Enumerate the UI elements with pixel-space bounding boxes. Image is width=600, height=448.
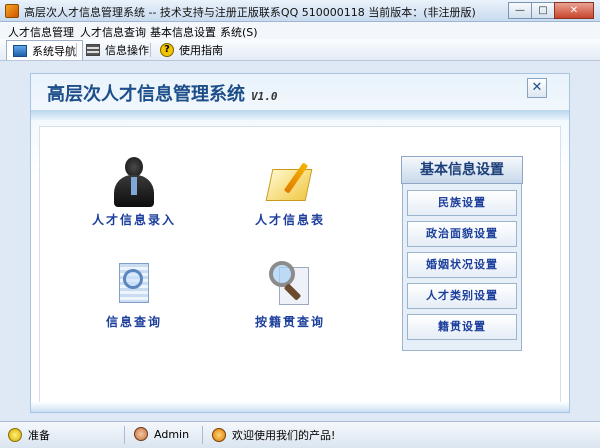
window-controls: — □ ✕ bbox=[508, 2, 594, 19]
menu-talent-management[interactable]: 人才信息管理 bbox=[8, 24, 74, 40]
basic-settings-box: 基本信息设置 民族设置 政治面貌设置 婚姻状况设置 人才类别设置 籍贯设置 bbox=[401, 156, 523, 351]
status-user: Admin bbox=[134, 427, 189, 441]
minimize-button[interactable]: — bbox=[508, 2, 532, 19]
menu-system[interactable]: 系统(S) bbox=[220, 24, 258, 40]
window-title: 高层次人才信息管理系统 -- 技术支持与注册正版联系QQ 510000118 当… bbox=[24, 6, 476, 19]
panel-title: 高层次人才信息管理系统 V1.0 bbox=[47, 80, 278, 106]
panel-footer bbox=[31, 402, 569, 412]
talent-table-label: 人才信息表 bbox=[254, 213, 325, 227]
menu-bar: 人才信息管理 人才信息查询 基本信息设置 系统(S) bbox=[0, 22, 600, 39]
native-place-query-module[interactable]: 按籍贯查询 bbox=[220, 259, 360, 330]
document-icon bbox=[86, 44, 100, 56]
tab-user-guide[interactable]: ? 使用指南 bbox=[154, 40, 229, 60]
toolbar-separator bbox=[150, 43, 151, 57]
status-ready-text: 准备 bbox=[28, 429, 50, 442]
app-icon bbox=[5, 4, 19, 18]
info-query-module[interactable]: 信息查询 bbox=[64, 259, 204, 330]
status-bar: 准备 Admin 欢迎使用我们的产品! bbox=[0, 421, 600, 448]
status-user-text: Admin bbox=[154, 427, 190, 441]
status-message: 欢迎使用我们的产品! bbox=[212, 427, 335, 443]
version-label: V1.0 bbox=[251, 90, 278, 103]
political-status-settings-button[interactable]: 政治面貌设置 bbox=[407, 221, 517, 247]
tab-info-operation[interactable]: 信息操作 bbox=[80, 40, 155, 60]
tab-system-nav-label: 系统导航 bbox=[32, 44, 76, 58]
status-message-text: 欢迎使用我们的产品! bbox=[232, 429, 336, 442]
maximize-button[interactable]: □ bbox=[531, 2, 555, 19]
marital-status-settings-button[interactable]: 婚姻状况设置 bbox=[407, 252, 517, 278]
talent-category-settings-button[interactable]: 人才类别设置 bbox=[407, 283, 517, 309]
user-icon bbox=[134, 427, 148, 441]
status-separator bbox=[124, 426, 125, 444]
help-icon: ? bbox=[160, 43, 174, 57]
person-icon bbox=[109, 157, 159, 207]
monitor-icon bbox=[13, 44, 27, 57]
menu-talent-query[interactable]: 人才信息查询 bbox=[80, 24, 146, 40]
notebook-icon bbox=[265, 157, 315, 207]
title-bar: 高层次人才信息管理系统 -- 技术支持与注册正版联系QQ 510000118 当… bbox=[0, 0, 600, 22]
lightbulb-icon bbox=[8, 428, 22, 442]
info-query-label: 信息查询 bbox=[105, 315, 162, 329]
main-content: 高层次人才信息管理系统 V1.0 ✕ 人才信息录入 人才信息表 信息查询 按籍贯… bbox=[0, 61, 600, 421]
native-place-query-label: 按籍贯查询 bbox=[254, 315, 325, 329]
panel-close-button[interactable]: ✕ bbox=[527, 78, 547, 98]
menu-basic-settings[interactable]: 基本信息设置 bbox=[150, 24, 216, 40]
status-separator bbox=[202, 426, 203, 444]
toolbar: 系统导航 信息操作 ? 使用指南 bbox=[0, 39, 600, 61]
toolbar-separator bbox=[76, 43, 77, 57]
talent-entry-label: 人才信息录入 bbox=[91, 213, 176, 227]
tab-info-operation-label: 信息操作 bbox=[105, 44, 149, 57]
ethnicity-settings-button[interactable]: 民族设置 bbox=[407, 190, 517, 216]
native-place-settings-button[interactable]: 籍贯设置 bbox=[407, 314, 517, 340]
tab-user-guide-label: 使用指南 bbox=[179, 44, 223, 57]
status-ready: 准备 bbox=[8, 427, 50, 443]
talent-entry-module[interactable]: 人才信息录入 bbox=[64, 157, 204, 228]
magnifier-icon bbox=[265, 259, 315, 309]
talent-table-module[interactable]: 人才信息表 bbox=[220, 157, 360, 228]
panel-title-text: 高层次人才信息管理系统 bbox=[47, 84, 245, 105]
panel-band bbox=[31, 110, 569, 120]
users-icon bbox=[212, 428, 226, 442]
close-button[interactable]: ✕ bbox=[554, 2, 594, 19]
tab-system-nav[interactable]: 系统导航 bbox=[6, 40, 83, 60]
basic-settings-title: 基本信息设置 bbox=[401, 156, 523, 184]
navigation-panel: 高层次人才信息管理系统 V1.0 ✕ 人才信息录入 人才信息表 信息查询 按籍贯… bbox=[30, 73, 570, 413]
report-icon bbox=[109, 259, 159, 309]
panel-body: 人才信息录入 人才信息表 信息查询 按籍贯查询 基本信息设置 民族设置 政治面貌… bbox=[39, 126, 561, 404]
